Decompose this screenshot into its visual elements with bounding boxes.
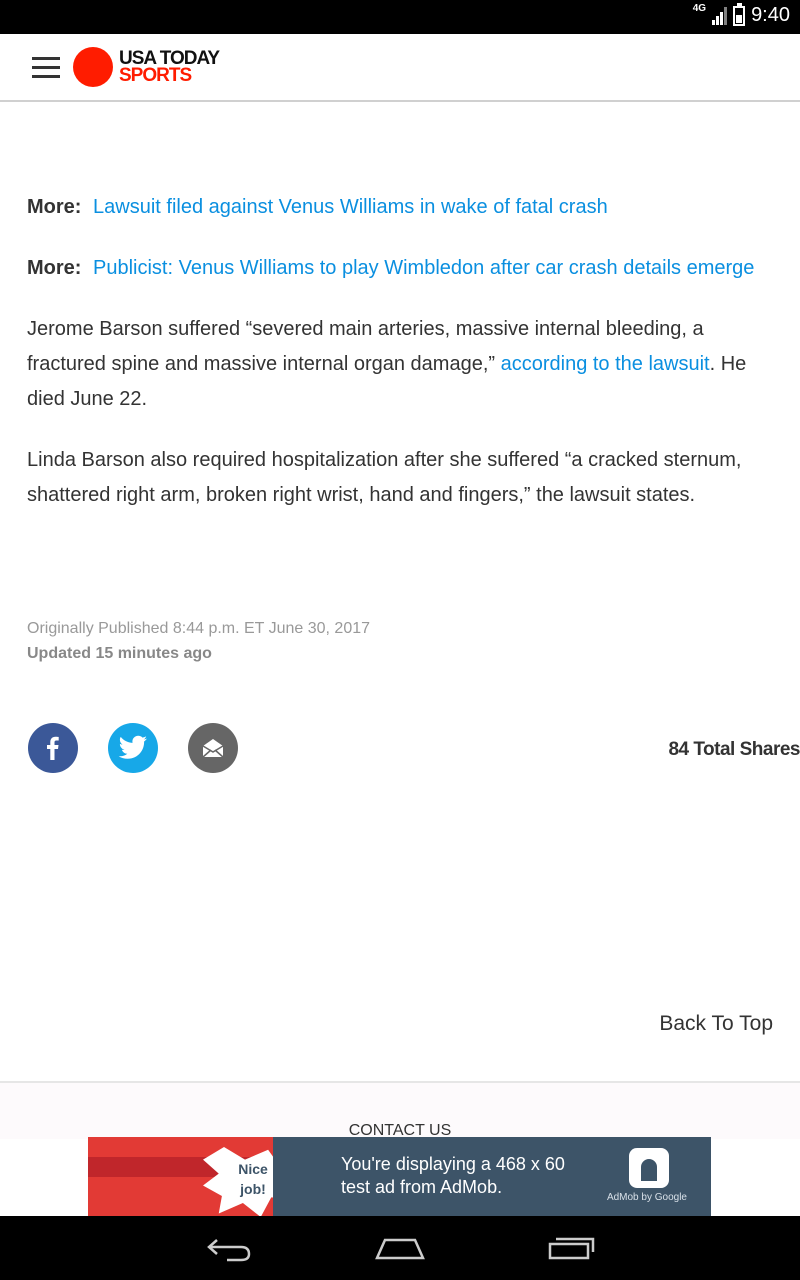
logo-red-dot [73,47,113,87]
admob-logo-icon [629,1148,669,1188]
admob-banner-ad[interactable]: Nice job! You're displaying a 468 x 60 t… [88,1137,711,1216]
status-bar: 4G 9:40 [0,0,800,34]
ad-message-line2: test ad from AdMob. [341,1177,503,1197]
article-body: More: Lawsuit filed against Venus Willia… [27,190,777,539]
back-to-top-link[interactable]: Back To Top [659,1012,773,1036]
twitter-icon [118,735,147,759]
status-time: 9:40 [751,4,790,26]
updated-timestamp: Updated 15 minutes ago [27,645,212,662]
ad-message-line1: You're displaying a 468 x 60 [341,1154,565,1174]
related-article-link-lawsuit[interactable]: Lawsuit filed against Venus Williams in … [93,196,608,218]
related-article-link-wimbledon[interactable]: Publicist: Venus Williams to play Wimble… [93,257,754,279]
home-icon[interactable] [375,1234,425,1262]
facebook-share-button[interactable] [28,723,78,773]
signal-icon [712,6,728,25]
more-label: More: [27,257,82,279]
recent-apps-icon[interactable] [547,1234,595,1262]
app-bar: USA TODAY SPORTS [0,34,800,102]
twitter-share-button[interactable] [108,723,158,773]
total-shares-count: 84 Total Shares [668,739,800,760]
battery-icon [733,2,746,26]
more-label: More: [27,196,82,218]
email-icon [202,739,224,758]
back-icon[interactable] [205,1234,253,1262]
ad-badge-text: Nice job! [228,1159,278,1199]
published-timestamp: Originally Published 8:44 p.m. ET June 3… [27,620,371,637]
email-share-button[interactable] [188,723,238,773]
logo-text-sports: SPORTS [119,65,192,86]
ad-right-panel: You're displaying a 468 x 60 test ad fro… [273,1137,711,1216]
more-link-paragraph-1: More: Lawsuit filed against Venus Willia… [27,190,777,225]
network-type-label: 4G [692,3,707,14]
system-nav-bar [0,1216,800,1280]
usa-today-sports-logo[interactable]: USA TODAY SPORTS [73,47,220,87]
admob-brand-label: AdMob by Google [606,1192,687,1203]
more-link-paragraph-2: More: Publicist: Venus Williams to play … [27,251,777,286]
status-icons: 4G 9:40 [692,2,790,27]
facebook-icon [47,736,59,760]
share-buttons [28,723,238,773]
lawsuit-link[interactable]: according to the lawsuit [501,353,710,375]
ad-message: You're displaying a 468 x 60 test ad fro… [341,1153,565,1199]
article-paragraph-2: Linda Barson also required hospitalizati… [27,449,742,506]
ad-badge-line2: job! [240,1181,266,1197]
ad-badge-line1: Nice [238,1161,268,1177]
menu-icon[interactable] [32,57,60,79]
footer: CONTACT US [0,1081,800,1139]
article-meta: Originally Published 8:44 p.m. ET June 3… [27,616,370,666]
article-paragraph-1: Jerome Barson suffered “severed main art… [27,312,777,417]
